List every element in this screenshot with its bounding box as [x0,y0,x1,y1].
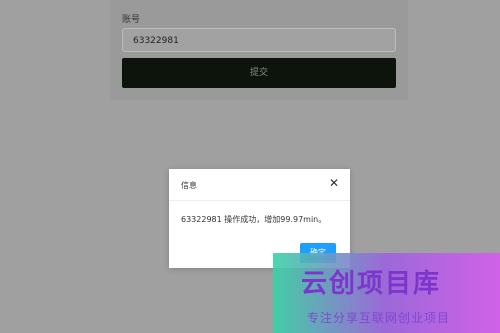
watermark-title: 云创项目库 [301,269,442,299]
page-background: 账号 63322981 提交 信息 ✕ 63322981 操作成功，增加99.9… [0,0,500,333]
dialog-title: 信息 [181,181,197,190]
close-icon[interactable]: ✕ [328,177,340,189]
watermark-subtitle: 专注分享互联网创业项目 [307,311,451,325]
account-form: 账号 63322981 提交 [110,0,408,100]
account-input[interactable]: 63322981 [122,28,396,52]
account-label: 账号 [122,15,141,25]
submit-button[interactable]: 提交 [122,58,396,88]
watermark-logo: 云创项目库 专注分享互联网创业项目 [273,253,500,333]
dialog-message: 63322981 操作成功，增加99.97min。 [181,215,327,224]
dialog-header: 信息 ✕ [169,169,350,201]
